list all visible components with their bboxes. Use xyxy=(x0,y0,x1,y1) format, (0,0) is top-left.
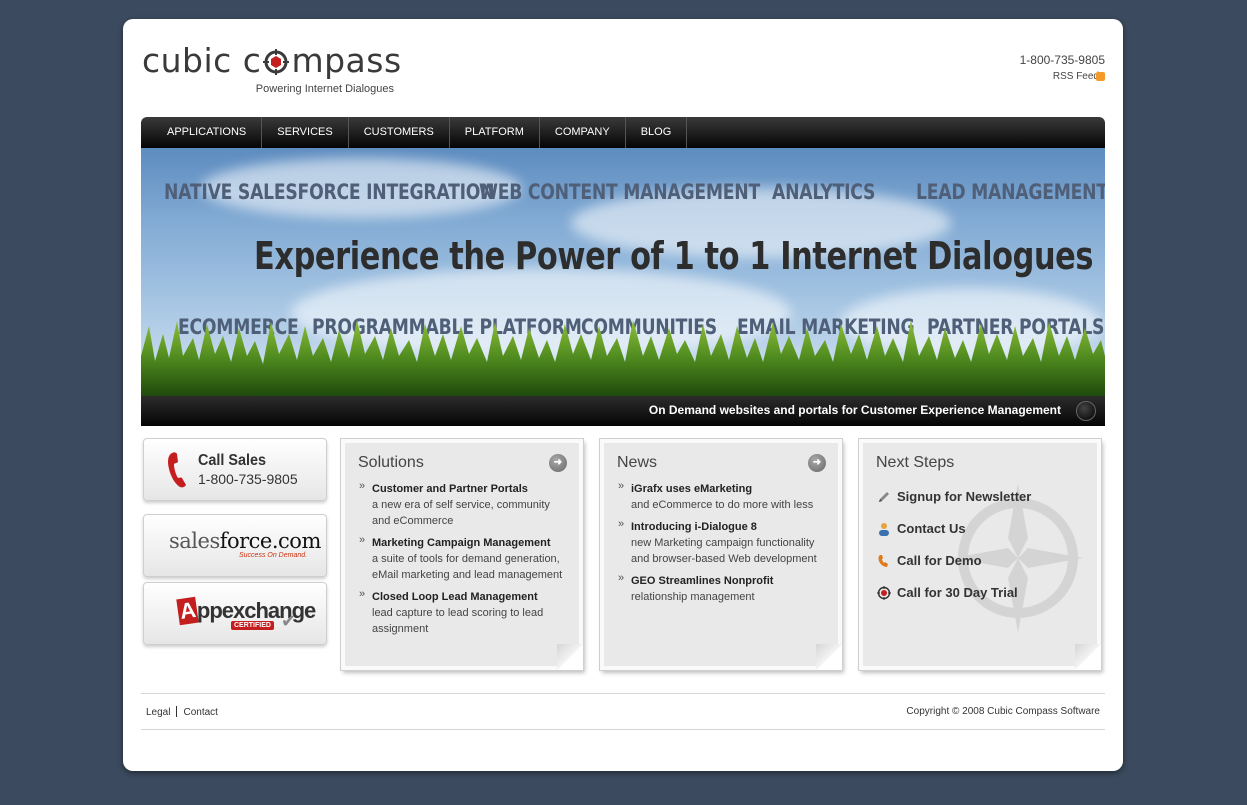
nav-blog[interactable]: BLOG xyxy=(626,117,688,148)
appexchange-widget[interactable]: Appexchange CERTIFIED ✔ xyxy=(143,582,327,645)
salesforce-tagline: Success On Demand. xyxy=(239,552,308,559)
hero-caption-bar: On Demand websites and portals for Custo… xyxy=(141,396,1105,426)
logo-text-part-2: mpass xyxy=(291,41,402,80)
page-container: cubic c mpass Powering Internet Dialogues… xyxy=(123,19,1123,771)
solution-title[interactable]: Marketing Campaign Management xyxy=(372,535,571,551)
list-item[interactable]: Marketing Campaign Management a suite of … xyxy=(359,534,571,583)
call-for-trial-link[interactable]: Call for 30 Day Trial xyxy=(877,585,1031,617)
logo-tagline: Powering Internet Dialogues xyxy=(255,83,394,95)
phone-icon xyxy=(168,452,186,488)
solution-desc: lead capture to lead scoring to lead ass… xyxy=(372,607,544,635)
solutions-panel: Solutions ➜ Customer and Partner Portals… xyxy=(341,439,583,670)
list-item[interactable]: Customer and Partner Portals a new era of… xyxy=(359,480,571,529)
nav-company[interactable]: COMPANY xyxy=(540,117,626,148)
footer-copyright: Copyright © 2008 Cubic Compass Software xyxy=(906,706,1100,717)
page-curl xyxy=(557,644,583,670)
step-label[interactable]: Contact Us xyxy=(897,521,966,536)
compass-icon xyxy=(263,44,290,75)
certified-badge: CERTIFIED xyxy=(231,621,274,630)
solutions-title: Solutions xyxy=(358,454,424,471)
nav-platform[interactable]: PLATFORM xyxy=(450,117,540,148)
appexchange-logo-a: A xyxy=(176,596,199,626)
salesforce-logo-sales: sales xyxy=(169,529,220,553)
page-curl xyxy=(1075,644,1101,670)
hero-word: ANALYTICS xyxy=(772,180,876,204)
next-steps-list: Signup for Newsletter Contact Us Call fo… xyxy=(877,489,1031,617)
call-sales-title: Call Sales xyxy=(198,452,267,469)
news-item-title[interactable]: Introducing i-Dialogue 8 xyxy=(631,519,830,535)
hero-headline: Experience the Power of 1 to 1 Internet … xyxy=(254,234,1094,278)
contact-us-link[interactable]: Contact Us xyxy=(877,521,1031,553)
step-label[interactable]: Call for 30 Day Trial xyxy=(897,585,1018,600)
salesforce-widget[interactable]: salesforce.com Success On Demand. xyxy=(143,514,327,577)
footer-divider xyxy=(141,693,1105,694)
grass-image xyxy=(141,320,1105,396)
step-label[interactable]: Signup for Newsletter xyxy=(897,489,1031,504)
call-sales-number: 1-800-735-9805 xyxy=(198,471,298,487)
signup-newsletter-link[interactable]: Signup for Newsletter xyxy=(877,489,1031,521)
logo-text-part-1: cubic c xyxy=(142,41,262,80)
hero-caption: On Demand websites and portals for Custo… xyxy=(648,403,1061,417)
salesforce-logo: salesforce.com xyxy=(169,529,321,553)
news-item-title[interactable]: GEO Streamlines Nonprofit xyxy=(631,573,830,589)
footer-separator xyxy=(176,706,178,717)
list-item[interactable]: Introducing i-Dialogue 8 new Marketing ca… xyxy=(618,518,830,567)
news-item-desc: relationship management xyxy=(631,591,755,603)
target-icon xyxy=(877,586,891,600)
checkmark-icon: ✔ xyxy=(281,611,297,631)
news-item-desc: and eCommerce to do more with less xyxy=(631,499,814,511)
logo-wordmark: cubic c mpass xyxy=(142,41,402,80)
footer-link-legal[interactable]: Legal xyxy=(146,707,170,718)
person-icon xyxy=(879,523,889,536)
step-label[interactable]: Call for Demo xyxy=(897,553,982,568)
list-item[interactable]: GEO Streamlines Nonprofit relationship ma… xyxy=(618,572,830,605)
nav-applications[interactable]: APPLICATIONS xyxy=(141,117,263,148)
hero-banner[interactable]: NATIVE SALESFORCE INTEGRATION WEB CONTEN… xyxy=(141,148,1105,426)
nav-customers[interactable]: CUSTOMERS xyxy=(349,117,450,148)
news-item-desc: new Marketing campaign functionality and… xyxy=(631,537,817,565)
cubic-compass-logo[interactable]: cubic c mpass Powering Internet Dialogues xyxy=(142,41,402,101)
solution-title[interactable]: Closed Loop Lead Management xyxy=(372,589,571,605)
pencil-icon xyxy=(879,492,889,502)
rss-icon[interactable] xyxy=(1096,72,1105,81)
news-list: iGrafx uses eMarketing and eCommerce to d… xyxy=(618,480,830,611)
appexchange-logo-text: ppexchange xyxy=(196,598,316,623)
rss-feed-link[interactable]: RSS Feed xyxy=(1053,71,1099,82)
hero-word: NATIVE SALESFORCE INTEGRATION xyxy=(164,180,495,204)
page-curl xyxy=(816,644,842,670)
call-for-demo-link[interactable]: Call for Demo xyxy=(877,553,1031,585)
next-steps-title: Next Steps xyxy=(876,454,955,471)
phone-icon xyxy=(878,555,888,567)
main-nav: APPLICATIONS SERVICES CUSTOMERS PLATFORM… xyxy=(141,117,1105,148)
footer-link-contact[interactable]: Contact xyxy=(183,707,217,718)
list-item[interactable]: Closed Loop Lead Management lead capture … xyxy=(359,588,571,637)
footer-divider xyxy=(141,729,1105,730)
solution-desc: a new era of self service, community and… xyxy=(372,499,550,527)
solution-desc: a suite of tools for demand generation, … xyxy=(372,553,563,581)
slideshow-dot-button[interactable] xyxy=(1076,401,1096,421)
solution-title[interactable]: Customer and Partner Portals xyxy=(372,481,571,497)
next-steps-panel: Next Steps Signup for Newsletter Contact… xyxy=(859,439,1101,670)
hero-word: WEB CONTENT MANAGEMENT xyxy=(479,180,760,204)
header-phone: 1-800-735-9805 xyxy=(1019,53,1105,67)
news-panel: News ➜ iGrafx uses eMarketing and eCommer… xyxy=(600,439,842,670)
footer-links: Legal Contact xyxy=(146,706,218,718)
hero-word: LEAD MANAGEMENT xyxy=(916,180,1105,204)
salesforce-logo-force: force.com xyxy=(219,529,322,553)
news-title: News xyxy=(617,454,658,471)
solutions-list: Customer and Partner Portals a new era of… xyxy=(359,480,571,643)
nav-services[interactable]: SERVICES xyxy=(262,117,349,148)
call-sales-widget[interactable]: Call Sales 1-800-735-9805 xyxy=(143,438,327,501)
list-item[interactable]: iGrafx uses eMarketing and eCommerce to d… xyxy=(618,480,830,513)
solutions-arrow-icon[interactable]: ➜ xyxy=(549,454,567,472)
news-arrow-icon[interactable]: ➜ xyxy=(808,454,826,472)
news-item-title[interactable]: iGrafx uses eMarketing xyxy=(631,481,830,497)
